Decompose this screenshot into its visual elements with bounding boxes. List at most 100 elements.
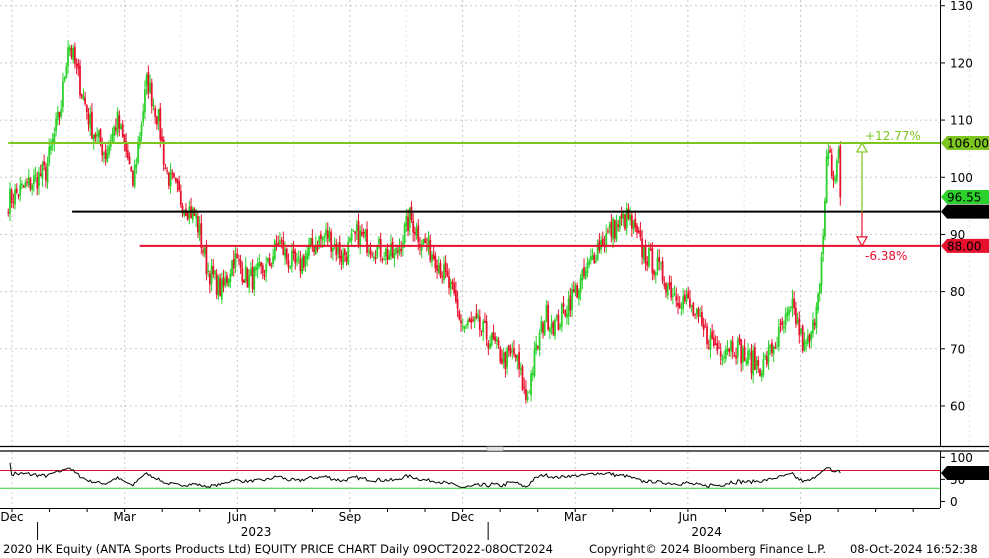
candle-body bbox=[762, 359, 765, 376]
candle-body bbox=[220, 279, 223, 300]
candle-body bbox=[572, 289, 575, 292]
candle bbox=[724, 345, 727, 363]
candle-body bbox=[60, 108, 63, 117]
candle-body bbox=[7, 212, 10, 214]
candle bbox=[451, 279, 454, 290]
candle bbox=[296, 252, 298, 267]
candle-body bbox=[372, 256, 375, 259]
candle-body bbox=[263, 274, 266, 277]
candle bbox=[458, 309, 461, 321]
candle bbox=[738, 334, 741, 346]
candle-body bbox=[735, 355, 737, 359]
candle-body bbox=[769, 344, 772, 348]
last-price-tag: 96.55 bbox=[941, 189, 989, 204]
candle-body bbox=[111, 133, 114, 144]
candle bbox=[806, 329, 809, 347]
candle bbox=[772, 344, 775, 363]
candle bbox=[126, 142, 129, 161]
candle bbox=[812, 312, 814, 338]
candle bbox=[227, 278, 230, 288]
candle-body bbox=[439, 263, 442, 277]
candle bbox=[236, 247, 239, 259]
candle-body bbox=[777, 326, 780, 347]
candle bbox=[516, 354, 519, 370]
candle bbox=[480, 330, 483, 337]
candle-body bbox=[738, 337, 741, 342]
candle-body bbox=[128, 156, 131, 165]
candle-body bbox=[400, 249, 403, 252]
candle bbox=[173, 172, 175, 179]
candle bbox=[31, 183, 34, 196]
candle-body bbox=[612, 218, 614, 240]
candle bbox=[663, 276, 666, 290]
candle-body bbox=[68, 47, 71, 51]
candle-body bbox=[815, 306, 818, 328]
candle bbox=[653, 269, 655, 280]
candle bbox=[742, 344, 744, 371]
candle-body bbox=[588, 260, 591, 265]
candle bbox=[680, 301, 683, 316]
candle bbox=[716, 336, 719, 355]
candle-body bbox=[277, 243, 280, 245]
candle-body bbox=[454, 290, 457, 302]
candle bbox=[260, 261, 263, 275]
candle bbox=[82, 88, 85, 101]
candle bbox=[661, 257, 664, 285]
candle bbox=[343, 247, 346, 263]
candle-body bbox=[453, 283, 456, 294]
candle bbox=[723, 350, 726, 365]
candle bbox=[374, 250, 377, 265]
candle-body bbox=[108, 146, 110, 155]
candle-body bbox=[839, 145, 842, 197]
candle-body bbox=[43, 161, 46, 166]
candle bbox=[97, 129, 100, 143]
candle bbox=[349, 237, 351, 243]
candle bbox=[243, 279, 245, 283]
candle-body bbox=[545, 305, 548, 321]
candle-body bbox=[284, 249, 286, 258]
candle-body bbox=[639, 230, 642, 238]
candle-body bbox=[586, 262, 589, 273]
candle-body bbox=[812, 320, 814, 334]
candle-body bbox=[728, 348, 731, 352]
candle bbox=[769, 344, 772, 355]
candle bbox=[36, 171, 39, 196]
candle bbox=[762, 352, 765, 378]
candle-body bbox=[499, 347, 502, 362]
candle bbox=[832, 170, 835, 188]
candle bbox=[682, 288, 685, 314]
candle-body bbox=[501, 358, 503, 364]
candle bbox=[390, 235, 392, 261]
candle bbox=[506, 346, 509, 375]
candle bbox=[624, 213, 626, 231]
candle-body bbox=[265, 263, 268, 274]
candle-body bbox=[379, 239, 382, 258]
candle bbox=[38, 166, 40, 195]
candle-body bbox=[226, 275, 228, 284]
candle-body bbox=[82, 96, 85, 100]
candle-body bbox=[620, 214, 623, 219]
candle-body bbox=[810, 331, 813, 340]
candle-body bbox=[654, 272, 657, 276]
candle-body bbox=[448, 276, 450, 288]
candle-body bbox=[149, 82, 151, 93]
candle-body bbox=[460, 320, 462, 324]
candle-body bbox=[748, 353, 751, 355]
candle bbox=[760, 369, 763, 382]
candle bbox=[130, 166, 133, 172]
candle-body bbox=[58, 111, 61, 118]
candle-body bbox=[736, 340, 739, 357]
range-annotation-label: -6.38% bbox=[865, 249, 907, 263]
candle-body bbox=[417, 225, 420, 242]
price-tick-label: 120 bbox=[950, 56, 973, 70]
candle-body bbox=[673, 293, 676, 296]
candle-body bbox=[249, 269, 252, 276]
candle-body bbox=[383, 258, 386, 260]
candle bbox=[237, 254, 240, 266]
candle-body bbox=[466, 320, 469, 325]
candle-body bbox=[550, 323, 553, 328]
candle-body bbox=[302, 255, 305, 268]
candle bbox=[318, 235, 321, 250]
candle bbox=[803, 331, 806, 352]
candle bbox=[258, 254, 261, 269]
